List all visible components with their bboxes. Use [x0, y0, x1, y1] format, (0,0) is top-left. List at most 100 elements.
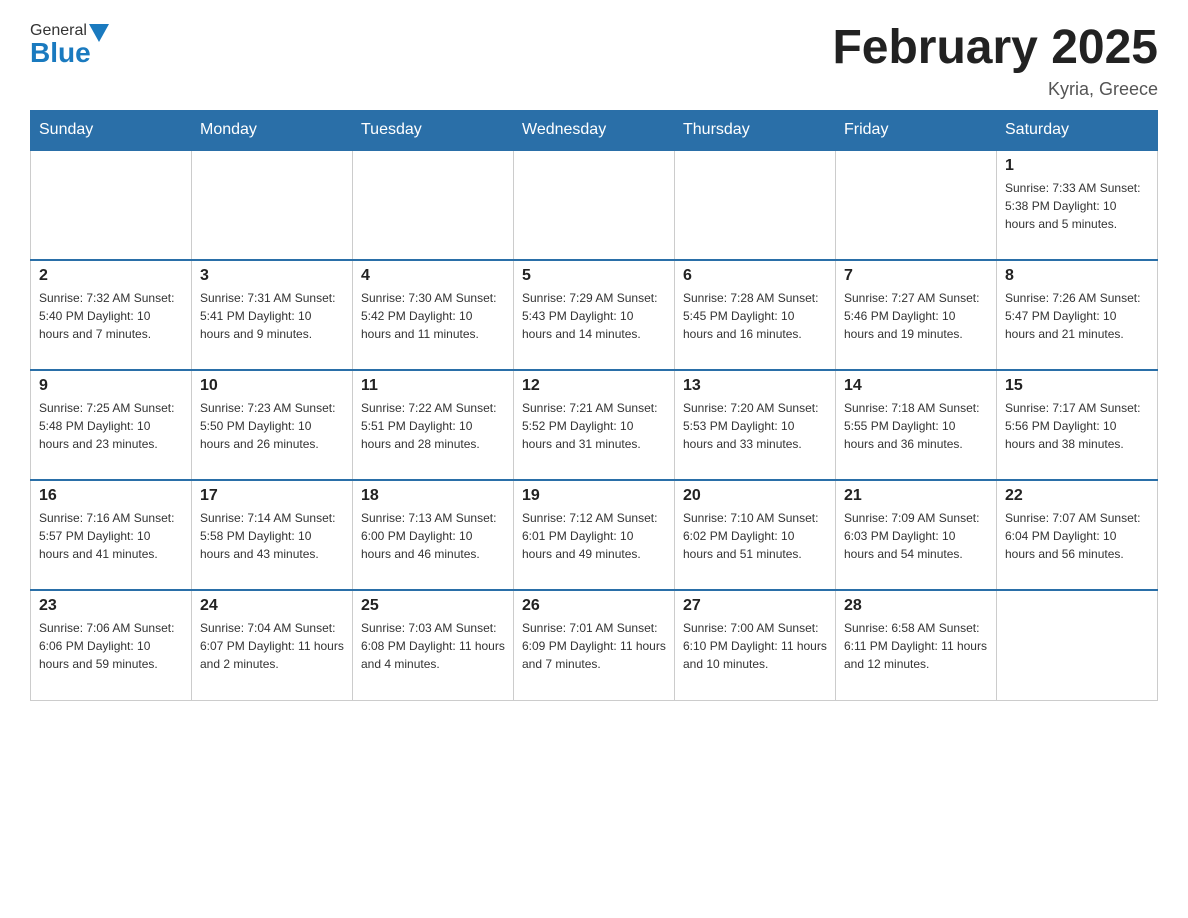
day-number: 3 — [200, 267, 344, 285]
calendar-cell: 23 Sunrise: 7:06 AM Sunset: 6:06 PM Dayli… — [31, 590, 192, 700]
day-number: 6 — [683, 267, 827, 285]
calendar-cell — [997, 590, 1158, 700]
day-info: Sunrise: 7:17 AM Sunset: 5:56 PM Dayligh… — [1005, 399, 1149, 453]
calendar-cell — [353, 150, 514, 260]
day-info: Sunrise: 7:10 AM Sunset: 6:02 PM Dayligh… — [683, 509, 827, 563]
day-number: 18 — [361, 487, 505, 505]
calendar-week-row: 2 Sunrise: 7:32 AM Sunset: 5:40 PM Daylig… — [31, 260, 1158, 370]
month-title: February 2025 — [832, 20, 1158, 75]
day-info: Sunrise: 7:14 AM Sunset: 5:58 PM Dayligh… — [200, 509, 344, 563]
calendar-cell: 10 Sunrise: 7:23 AM Sunset: 5:50 PM Dayli… — [192, 370, 353, 480]
day-info: Sunrise: 7:31 AM Sunset: 5:41 PM Dayligh… — [200, 289, 344, 343]
calendar-cell — [514, 150, 675, 260]
day-info: Sunrise: 7:32 AM Sunset: 5:40 PM Dayligh… — [39, 289, 183, 343]
day-info: Sunrise: 7:00 AM Sunset: 6:10 PM Dayligh… — [683, 619, 827, 673]
day-info: Sunrise: 7:07 AM Sunset: 6:04 PM Dayligh… — [1005, 509, 1149, 563]
calendar-cell: 6 Sunrise: 7:28 AM Sunset: 5:45 PM Daylig… — [675, 260, 836, 370]
day-info: Sunrise: 7:06 AM Sunset: 6:06 PM Dayligh… — [39, 619, 183, 673]
calendar-cell: 7 Sunrise: 7:27 AM Sunset: 5:46 PM Daylig… — [836, 260, 997, 370]
calendar-cell: 12 Sunrise: 7:21 AM Sunset: 5:52 PM Dayli… — [514, 370, 675, 480]
weekday-header-friday: Friday — [836, 111, 997, 151]
calendar-cell: 22 Sunrise: 7:07 AM Sunset: 6:04 PM Dayli… — [997, 480, 1158, 590]
day-number: 16 — [39, 487, 183, 505]
calendar-cell: 8 Sunrise: 7:26 AM Sunset: 5:47 PM Daylig… — [997, 260, 1158, 370]
day-info: Sunrise: 7:25 AM Sunset: 5:48 PM Dayligh… — [39, 399, 183, 453]
day-number: 2 — [39, 267, 183, 285]
day-number: 8 — [1005, 267, 1149, 285]
calendar-cell: 28 Sunrise: 6:58 AM Sunset: 6:11 PM Dayli… — [836, 590, 997, 700]
day-number: 22 — [1005, 487, 1149, 505]
day-info: Sunrise: 7:33 AM Sunset: 5:38 PM Dayligh… — [1005, 179, 1149, 233]
day-number: 28 — [844, 597, 988, 615]
calendar-week-row: 9Sunrise: 7:25 AM Sunset: 5:48 PM Daylig… — [31, 370, 1158, 480]
calendar-cell: 25Sunrise: 7:03 AM Sunset: 6:08 PM Dayli… — [353, 590, 514, 700]
day-number: 13 — [683, 377, 827, 395]
day-number: 23 — [39, 597, 183, 615]
day-number: 11 — [361, 377, 505, 395]
day-info: Sunrise: 7:22 AM Sunset: 5:51 PM Dayligh… — [361, 399, 505, 453]
day-info: Sunrise: 7:26 AM Sunset: 5:47 PM Dayligh… — [1005, 289, 1149, 343]
calendar-cell: 13 Sunrise: 7:20 AM Sunset: 5:53 PM Dayli… — [675, 370, 836, 480]
day-number: 5 — [522, 267, 666, 285]
weekday-header-row: SundayMondayTuesdayWednesdayThursdayFrid… — [31, 111, 1158, 151]
calendar-cell: 9Sunrise: 7:25 AM Sunset: 5:48 PM Daylig… — [31, 370, 192, 480]
day-info: Sunrise: 7:03 AM Sunset: 6:08 PM Dayligh… — [361, 619, 505, 673]
day-number: 21 — [844, 487, 988, 505]
calendar-week-row: 23 Sunrise: 7:06 AM Sunset: 6:06 PM Dayli… — [31, 590, 1158, 700]
calendar-week-row: 16 Sunrise: 7:16 AM Sunset: 5:57 PM Dayli… — [31, 480, 1158, 590]
page-header: General Blue February 2025 Kyria, Greece — [30, 20, 1158, 100]
day-number: 15 — [1005, 377, 1149, 395]
calendar-cell: 26Sunrise: 7:01 AM Sunset: 6:09 PM Dayli… — [514, 590, 675, 700]
title-area: February 2025 Kyria, Greece — [832, 20, 1158, 100]
day-number: 12 — [522, 377, 666, 395]
calendar-cell: 2 Sunrise: 7:32 AM Sunset: 5:40 PM Daylig… — [31, 260, 192, 370]
location-label: Kyria, Greece — [832, 79, 1158, 100]
calendar-cell: 24 Sunrise: 7:04 AM Sunset: 6:07 PM Dayli… — [192, 590, 353, 700]
day-info: Sunrise: 7:04 AM Sunset: 6:07 PM Dayligh… — [200, 619, 344, 673]
logo-blue-text: Blue — [30, 37, 91, 69]
day-info: Sunrise: 7:30 AM Sunset: 5:42 PM Dayligh… — [361, 289, 505, 343]
weekday-header-monday: Monday — [192, 111, 353, 151]
calendar-cell: 5 Sunrise: 7:29 AM Sunset: 5:43 PM Daylig… — [514, 260, 675, 370]
calendar-cell: 21 Sunrise: 7:09 AM Sunset: 6:03 PM Dayli… — [836, 480, 997, 590]
day-info: Sunrise: 7:21 AM Sunset: 5:52 PM Dayligh… — [522, 399, 666, 453]
day-number: 7 — [844, 267, 988, 285]
calendar-cell: 19Sunrise: 7:12 AM Sunset: 6:01 PM Dayli… — [514, 480, 675, 590]
calendar-cell: 1 Sunrise: 7:33 AM Sunset: 5:38 PM Daylig… — [997, 150, 1158, 260]
day-number: 19 — [522, 487, 666, 505]
calendar-cell — [192, 150, 353, 260]
day-info: Sunrise: 7:23 AM Sunset: 5:50 PM Dayligh… — [200, 399, 344, 453]
calendar-cell: 4 Sunrise: 7:30 AM Sunset: 5:42 PM Daylig… — [353, 260, 514, 370]
day-info: Sunrise: 6:58 AM Sunset: 6:11 PM Dayligh… — [844, 619, 988, 673]
logo: General Blue — [30, 20, 111, 69]
weekday-header-saturday: Saturday — [997, 111, 1158, 151]
day-info: Sunrise: 7:28 AM Sunset: 5:45 PM Dayligh… — [683, 289, 827, 343]
calendar-cell — [836, 150, 997, 260]
calendar-cell — [31, 150, 192, 260]
logo-triangle-icon — [89, 24, 109, 42]
day-info: Sunrise: 7:01 AM Sunset: 6:09 PM Dayligh… — [522, 619, 666, 673]
day-number: 24 — [200, 597, 344, 615]
calendar-cell: 18Sunrise: 7:13 AM Sunset: 6:00 PM Dayli… — [353, 480, 514, 590]
day-info: Sunrise: 7:18 AM Sunset: 5:55 PM Dayligh… — [844, 399, 988, 453]
calendar-cell: 27 Sunrise: 7:00 AM Sunset: 6:10 PM Dayli… — [675, 590, 836, 700]
calendar-cell: 16 Sunrise: 7:16 AM Sunset: 5:57 PM Dayli… — [31, 480, 192, 590]
day-number: 14 — [844, 377, 988, 395]
weekday-header-wednesday: Wednesday — [514, 111, 675, 151]
day-number: 20 — [683, 487, 827, 505]
day-info: Sunrise: 7:20 AM Sunset: 5:53 PM Dayligh… — [683, 399, 827, 453]
day-info: Sunrise: 7:16 AM Sunset: 5:57 PM Dayligh… — [39, 509, 183, 563]
day-info: Sunrise: 7:27 AM Sunset: 5:46 PM Dayligh… — [844, 289, 988, 343]
day-number: 1 — [1005, 157, 1149, 175]
day-number: 10 — [200, 377, 344, 395]
calendar-cell: 14 Sunrise: 7:18 AM Sunset: 5:55 PM Dayli… — [836, 370, 997, 480]
calendar-cell: 15 Sunrise: 7:17 AM Sunset: 5:56 PM Dayli… — [997, 370, 1158, 480]
calendar-week-row: 1 Sunrise: 7:33 AM Sunset: 5:38 PM Daylig… — [31, 150, 1158, 260]
weekday-header-tuesday: Tuesday — [353, 111, 514, 151]
day-number: 27 — [683, 597, 827, 615]
day-info: Sunrise: 7:09 AM Sunset: 6:03 PM Dayligh… — [844, 509, 988, 563]
day-info: Sunrise: 7:29 AM Sunset: 5:43 PM Dayligh… — [522, 289, 666, 343]
day-number: 4 — [361, 267, 505, 285]
calendar-cell: 3 Sunrise: 7:31 AM Sunset: 5:41 PM Daylig… — [192, 260, 353, 370]
calendar-cell: 17Sunrise: 7:14 AM Sunset: 5:58 PM Dayli… — [192, 480, 353, 590]
